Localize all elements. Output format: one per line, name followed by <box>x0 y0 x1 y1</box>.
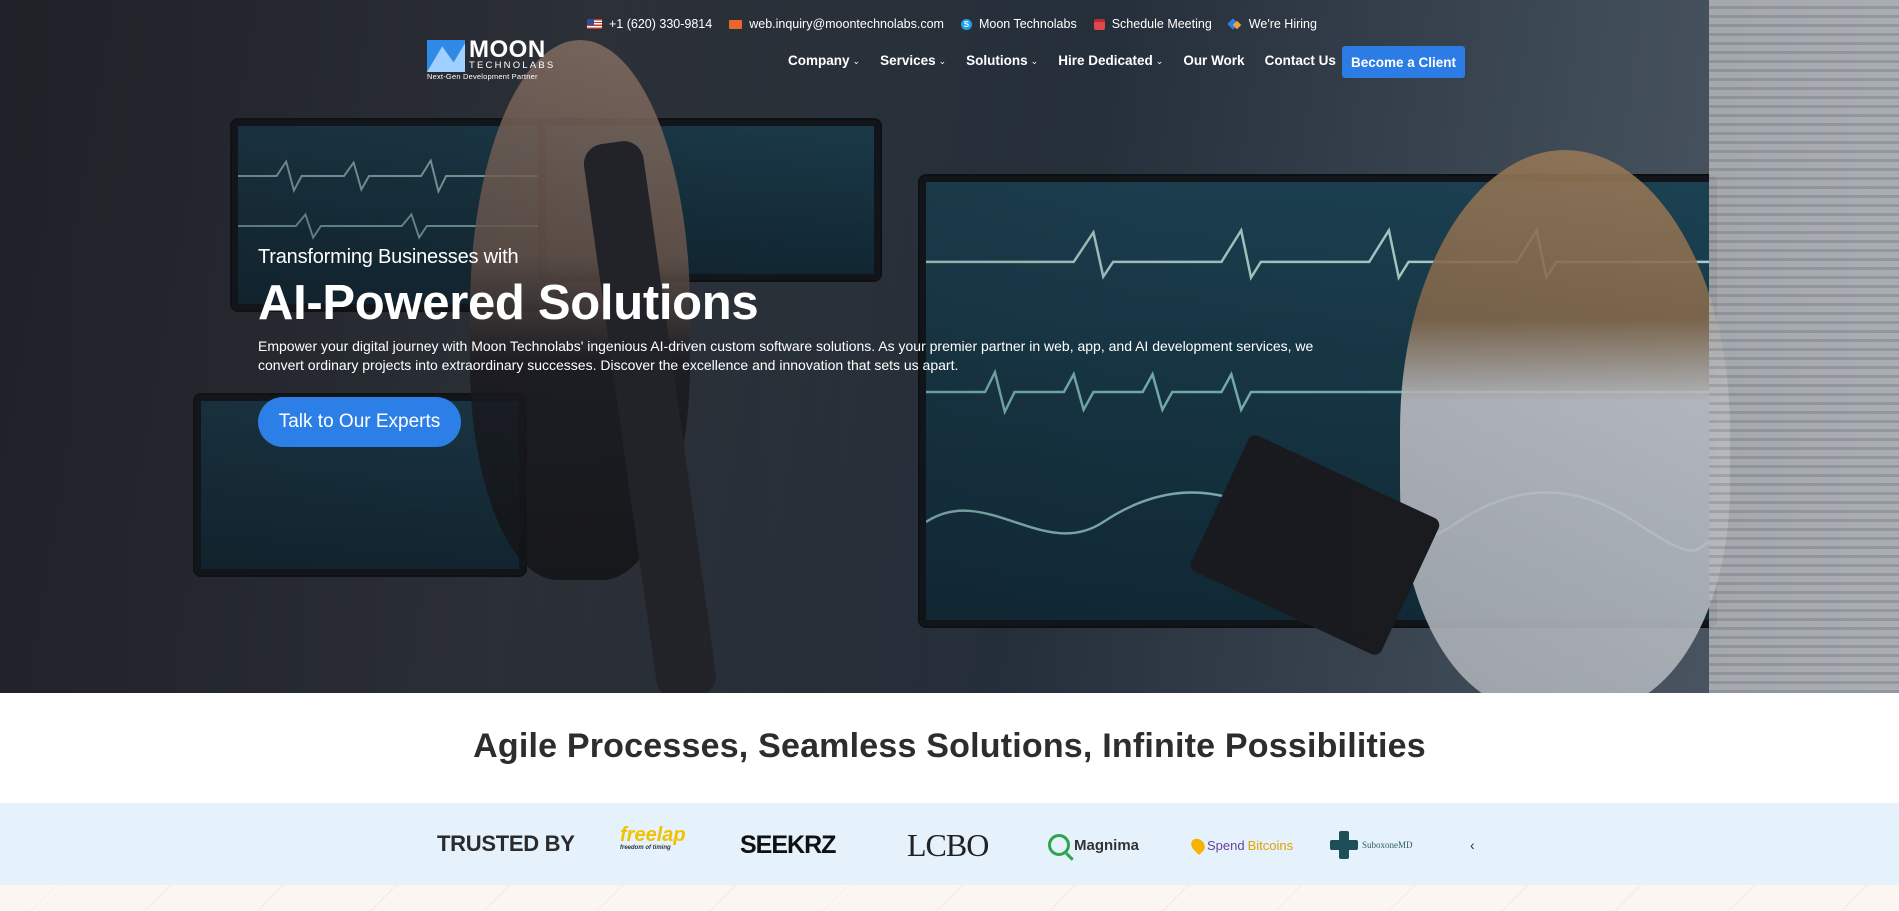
nav-label: Hire Dedicated <box>1058 53 1153 68</box>
agile-heading: Agile Processes, Seamless Solutions, Inf… <box>473 727 1426 765</box>
spend-wordmark: Spend <box>1207 837 1245 853</box>
bitcoins-wordmark: Bitcoins <box>1247 837 1294 853</box>
utility-hiring[interactable]: We're Hiring <box>1229 17 1317 31</box>
nav-item-our-work[interactable]: Our Work <box>1183 53 1244 68</box>
mail-icon <box>729 19 743 29</box>
chevron-down-icon: ⌄ <box>938 55 947 66</box>
brand-logo-lcbo: LCBO <box>907 825 989 865</box>
skype-icon: S <box>960 18 972 30</box>
hero-copy: Transforming Businesses with AI-Powered … <box>258 246 1338 375</box>
utility-email[interactable]: web.inquiry@moontechnolabs.com <box>729 17 944 31</box>
nav-label: Contact Us <box>1264 53 1336 68</box>
logo-tagline: Next-Gen Development Partner <box>427 72 538 81</box>
brand-logo-freelap: freelap freedom of timing <box>620 825 686 865</box>
hero-pre-title: Transforming Businesses with <box>258 246 519 268</box>
nav-label: Company <box>788 53 850 68</box>
schedule-text: Schedule Meeting <box>1111 17 1212 31</box>
carousel-next-icon[interactable]: ‹ <box>1470 825 1475 865</box>
logo-mark-icon <box>427 40 465 72</box>
suboxone-wordmark: SuboxoneMD <box>1362 840 1413 850</box>
utility-skype[interactable]: S Moon Technolabs <box>960 17 1077 31</box>
utility-bar: +1 (620) 330-9814 web.inquiry@moontechno… <box>587 14 1317 34</box>
page: +1 (620) 330-9814 web.inquiry@moontechno… <box>0 0 1899 911</box>
brand-logo-magnima: Magnima <box>1048 825 1139 865</box>
talk-to-experts-button[interactable]: Talk to Our Experts <box>258 397 461 447</box>
next-section-background <box>0 885 1899 911</box>
nav-item-company[interactable]: Company ⌄ <box>788 53 860 68</box>
freelap-wordmark: freelap <box>620 824 686 846</box>
phone-text: +1 (620) 330-9814 <box>609 17 713 31</box>
logo-wordmark: MOON TECHNOLABS <box>469 38 555 71</box>
trusted-by-section: TRUSTED BY freelap freedom of timing SEE… <box>0 803 1899 885</box>
location-pin-icon <box>1188 835 1208 855</box>
magnifier-icon <box>1048 834 1070 856</box>
us-flag-icon <box>587 19 602 29</box>
freelap-tagline: freedom of timing <box>620 845 671 851</box>
brand-logo-seekerz: SEEKRZ <box>740 825 836 865</box>
nav-label: Solutions <box>966 53 1028 68</box>
brand-logo-spendbitcoins: Spend Bitcoins <box>1188 825 1294 865</box>
hiring-text: We're Hiring <box>1248 17 1317 31</box>
magnima-wordmark: Magnima <box>1074 836 1140 854</box>
trusted-by-label: TRUSTED BY <box>437 831 575 856</box>
logo-sub: TECHNOLABS <box>469 60 556 71</box>
nav-item-contact-us[interactable]: Contact Us <box>1265 53 1336 68</box>
nav-label: Our Work <box>1183 53 1245 68</box>
brand-logo-suboxonemd: SuboxoneMD <box>1330 825 1413 865</box>
logo-name: MOON <box>469 36 546 63</box>
hero-description: Empower your digital journey with Moon T… <box>258 338 1314 373</box>
hero-title: AI-Powered Solutions <box>258 276 759 330</box>
utility-schedule-meeting[interactable]: Schedule Meeting <box>1093 17 1212 31</box>
nav-label: Services <box>880 53 936 68</box>
become-a-client-button[interactable]: Become a Client <box>1342 46 1465 78</box>
nav-item-hire-dedicated[interactable]: Hire Dedicated ⌄ <box>1058 53 1163 68</box>
medical-cross-icon <box>1330 831 1358 859</box>
seekerz-wordmark: SEEKRZ <box>740 830 836 859</box>
utility-phone[interactable]: +1 (620) 330-9814 <box>587 17 712 31</box>
chevron-down-icon: ⌄ <box>1030 55 1039 66</box>
chevron-down-icon: ⌄ <box>1155 55 1164 66</box>
calendar-icon <box>1093 18 1105 30</box>
email-text: web.inquiry@moontechnolabs.com <box>749 17 944 31</box>
hero-section: +1 (620) 330-9814 web.inquiry@moontechno… <box>0 0 1899 693</box>
nav-item-services[interactable]: Services ⌄ <box>880 53 946 68</box>
chevron-down-icon: ⌄ <box>852 55 861 66</box>
hiring-icon <box>1229 18 1242 30</box>
lcbo-wordmark: LCBO <box>907 826 989 863</box>
site-logo[interactable]: MOON TECHNOLABS Next-Gen Development Par… <box>427 38 555 82</box>
main-nav: Company ⌄ Services ⌄ Solutions ⌄ Hire Dedic… <box>788 53 1336 68</box>
skype-text: Moon Technolabs <box>978 17 1077 31</box>
nav-item-solutions[interactable]: Solutions ⌄ <box>966 53 1038 68</box>
